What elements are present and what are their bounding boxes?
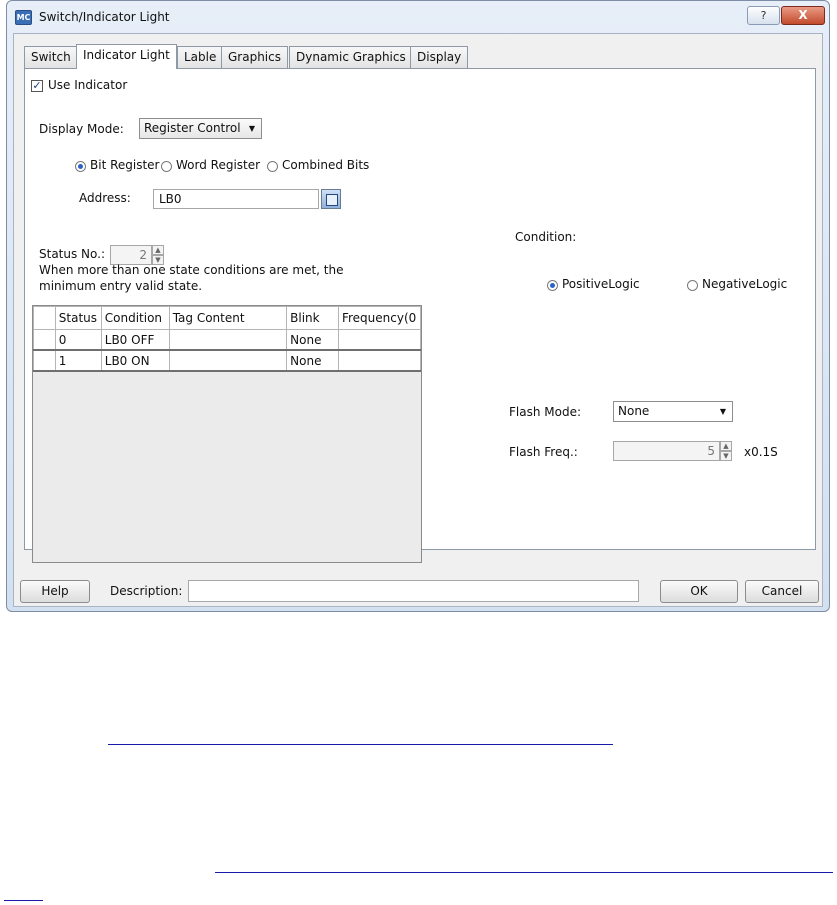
- app-logo-icon: MC: [15, 10, 32, 25]
- status-cell[interactable]: 0: [54, 329, 102, 351]
- status-no-up-icon[interactable]: ▲: [152, 245, 164, 255]
- word-register-label: Word Register: [176, 158, 261, 172]
- blink-cell[interactable]: None: [286, 329, 339, 351]
- tab-switch[interactable]: Switch: [24, 46, 78, 68]
- link-underline[interactable]: [4, 900, 43, 901]
- bit-register-radio[interactable]: [75, 161, 86, 172]
- flash-mode-value: None: [618, 404, 650, 418]
- chevron-down-icon: ▼: [248, 124, 255, 133]
- flash-freq-unit: x0.1S: [744, 445, 778, 459]
- note-line-2: minimum entry valid state.: [39, 279, 203, 293]
- address-label: Address:: [79, 191, 131, 205]
- table-row[interactable]: 0 LB0 OFF None: [33, 329, 422, 351]
- negative-logic-label: NegativeLogic: [702, 277, 788, 291]
- column-header-tag-content[interactable]: Tag Content: [168, 306, 288, 330]
- tab-indicator-light[interactable]: Indicator Light: [76, 44, 177, 69]
- use-indicator-checkbox[interactable]: ✓: [31, 80, 43, 92]
- table-row[interactable]: 1 LB0 ON None: [33, 349, 422, 372]
- column-header: [33, 306, 56, 330]
- close-button[interactable]: X: [781, 6, 825, 25]
- condition-label: Condition:: [515, 230, 577, 244]
- condition-cell[interactable]: LB0 ON: [100, 349, 170, 372]
- description-input[interactable]: [188, 580, 639, 602]
- frequency-cell[interactable]: [337, 349, 422, 372]
- chevron-down-icon: ▼: [719, 407, 726, 416]
- title-help-button[interactable]: ?: [747, 6, 780, 25]
- status-no-input[interactable]: 2: [110, 245, 152, 265]
- status-cell[interactable]: 1: [54, 349, 102, 372]
- condition-cell[interactable]: LB0 OFF: [100, 329, 170, 351]
- help-button[interactable]: Help: [20, 580, 90, 603]
- tab-display[interactable]: Display: [410, 46, 469, 68]
- bit-register-label: Bit Register: [90, 158, 160, 172]
- blink-cell[interactable]: None: [286, 349, 339, 372]
- note-line-1: When more than one state conditions are …: [39, 263, 344, 277]
- flash-freq-input[interactable]: 5: [613, 441, 720, 461]
- combined-bits-label: Combined Bits: [282, 158, 370, 172]
- row-selector-cell[interactable]: [33, 329, 56, 351]
- column-header-status[interactable]: Status: [54, 306, 102, 330]
- status-table-header: Status Condition Tag Content Blink Frequ…: [33, 306, 422, 330]
- status-no-label: Status No.:: [39, 247, 106, 261]
- negative-logic-radio[interactable]: [687, 280, 698, 291]
- status-table[interactable]: Status Condition Tag Content Blink Frequ…: [32, 305, 422, 563]
- frequency-cell[interactable]: [337, 329, 422, 351]
- tag-content-cell[interactable]: [168, 329, 288, 351]
- window-title: Switch/Indicator Light: [39, 10, 170, 24]
- tab-dynamic-graphics[interactable]: Dynamic Graphics: [289, 46, 413, 68]
- flash-freq-down-icon[interactable]: ▼: [720, 451, 732, 461]
- row-selector-cell[interactable]: [33, 349, 56, 372]
- link-underline[interactable]: [108, 744, 613, 745]
- address-input[interactable]: LB0: [153, 189, 319, 209]
- cancel-button[interactable]: Cancel: [745, 580, 819, 603]
- column-header-blink[interactable]: Blink: [286, 306, 339, 330]
- display-mode-select[interactable]: Register Control ▼: [139, 118, 262, 139]
- flash-freq-label: Flash Freq.:: [509, 445, 578, 459]
- display-mode-value: Register Control: [144, 121, 241, 135]
- column-header-frequency[interactable]: Frequency(0: [337, 306, 422, 330]
- positive-logic-radio[interactable]: [547, 280, 558, 291]
- tag-content-cell[interactable]: [168, 349, 288, 372]
- description-label: Description:: [110, 584, 183, 598]
- tab-lable[interactable]: Lable: [177, 46, 224, 68]
- dialog-window: MC Switch/Indicator Light ? X Switch Ind…: [6, 0, 830, 612]
- flash-freq-up-icon[interactable]: ▲: [720, 441, 732, 451]
- link-underline[interactable]: [215, 872, 833, 873]
- dialog-client: Switch Indicator Light Lable Graphics Dy…: [13, 33, 823, 607]
- column-header-condition[interactable]: Condition: [100, 306, 170, 330]
- display-mode-label: Display Mode:: [39, 122, 124, 136]
- positive-logic-label: PositiveLogic: [562, 277, 640, 291]
- flash-mode-select[interactable]: None ▼: [613, 401, 733, 422]
- tab-graphics[interactable]: Graphics: [221, 46, 288, 68]
- ok-button[interactable]: OK: [660, 580, 738, 603]
- status-table-grid: Status Condition Tag Content Blink Frequ…: [33, 306, 422, 372]
- title-bar[interactable]: MC Switch/Indicator Light ? X: [7, 1, 829, 33]
- combined-bits-radio[interactable]: [267, 161, 278, 172]
- use-indicator-label: Use Indicator: [48, 78, 128, 92]
- address-keypad-icon[interactable]: [321, 189, 341, 209]
- flash-mode-label: Flash Mode:: [509, 405, 581, 419]
- word-register-radio[interactable]: [161, 161, 172, 172]
